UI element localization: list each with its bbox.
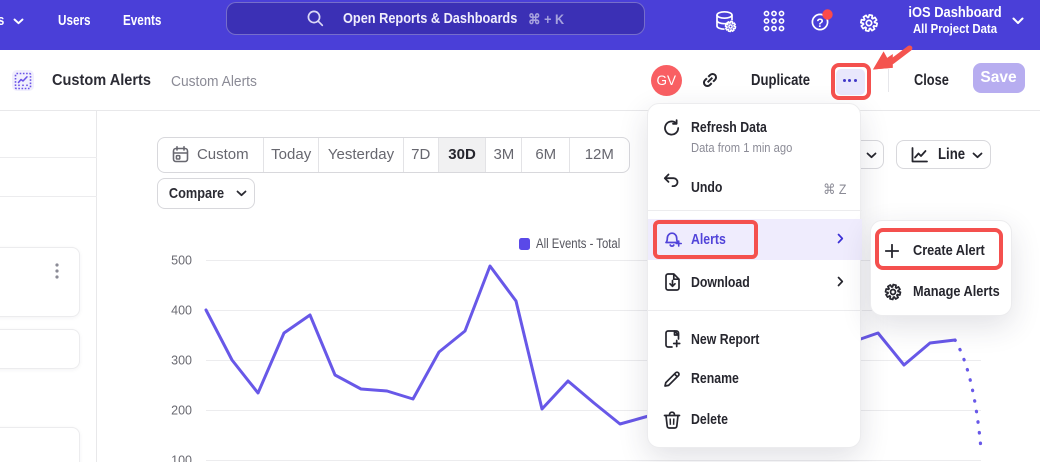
svg-text:100: 100 (171, 454, 192, 462)
svg-text:200: 200 (171, 404, 192, 418)
svg-text:400: 400 (171, 304, 192, 318)
svg-text:500: 500 (171, 254, 192, 268)
svg-text:?: ? (816, 16, 823, 30)
svg-text:300: 300 (171, 354, 192, 368)
